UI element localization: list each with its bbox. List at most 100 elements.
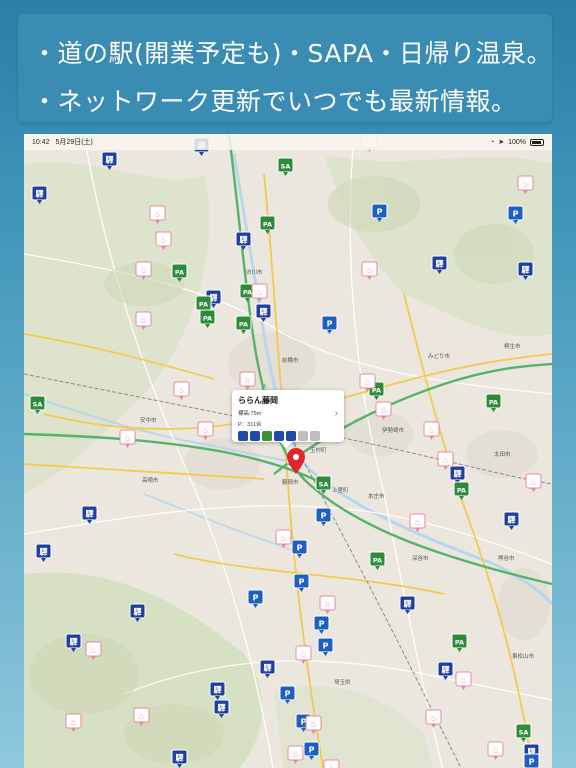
- parking-marker[interactable]: P: [293, 573, 310, 592]
- svg-text:♨: ♨: [442, 456, 449, 465]
- svg-text:P: P: [327, 320, 333, 329]
- michi-no-eki-marker[interactable]: 驛: [213, 699, 230, 718]
- svg-text:♨: ♨: [256, 288, 263, 297]
- onsen-marker[interactable]: ♨: [155, 231, 172, 250]
- svg-text:♨: ♨: [140, 316, 147, 325]
- svg-text:P: P: [285, 690, 291, 699]
- michi-no-eki-marker[interactable]: 驛: [129, 603, 146, 622]
- onsen-marker[interactable]: ♨: [455, 671, 472, 690]
- svg-text:SA: SA: [519, 729, 529, 737]
- svg-text:PA: PA: [243, 289, 252, 297]
- svg-text:驛: 驛: [454, 469, 462, 479]
- michi-no-eki-marker[interactable]: 驛: [449, 465, 466, 484]
- michi-no-eki-marker[interactable]: 驛: [31, 185, 48, 204]
- onsen-marker[interactable]: ♨: [295, 645, 312, 664]
- onsen-marker[interactable]: ♨: [65, 713, 82, 732]
- michi-no-eki-marker[interactable]: 驛: [399, 595, 416, 614]
- onsen-marker[interactable]: ♨: [239, 371, 256, 390]
- onsen-marker[interactable]: ♨: [275, 529, 292, 548]
- parking-marker[interactable]: P: [315, 507, 332, 526]
- svg-text:驛: 驛: [176, 753, 184, 763]
- svg-text:♨: ♨: [366, 266, 373, 275]
- parking-marker[interactable]: P: [371, 203, 388, 222]
- parking-marker[interactable]: P: [507, 205, 524, 224]
- michi-no-eki-marker[interactable]: 驛: [101, 151, 118, 170]
- svg-text:PA: PA: [455, 639, 464, 647]
- parking-marker[interactable]: P: [523, 753, 540, 768]
- michi-no-eki-marker[interactable]: 驛: [503, 511, 520, 530]
- svg-text:驛: 驛: [508, 515, 516, 525]
- parking-area-marker[interactable]: PA: [235, 315, 252, 334]
- parking-marker[interactable]: P: [317, 637, 334, 656]
- michi-no-eki-marker[interactable]: 驛: [35, 543, 52, 562]
- parking-area-marker[interactable]: PA: [199, 309, 216, 328]
- michi-no-eki-marker[interactable]: 驛: [65, 633, 82, 652]
- parking-marker[interactable]: P: [321, 315, 338, 334]
- onsen-marker[interactable]: ♨: [375, 401, 392, 420]
- service-area-marker[interactable]: SA: [515, 723, 532, 742]
- onsen-marker[interactable]: ♨: [173, 381, 190, 400]
- onsen-marker[interactable]: ♨: [251, 283, 268, 302]
- onsen-marker[interactable]: ♨: [361, 261, 378, 280]
- service-area-marker[interactable]: SA: [315, 475, 332, 494]
- poi-callout[interactable]: ららん藤岡 標高:75m P：311台 ›: [232, 390, 344, 448]
- parking-area-marker[interactable]: PA: [171, 263, 188, 282]
- selected-location-pin-icon[interactable]: [287, 448, 305, 474]
- onsen-marker[interactable]: ♨: [149, 205, 166, 224]
- status-date: 5月29日(土): [55, 139, 93, 146]
- onsen-marker[interactable]: ♨: [197, 421, 214, 440]
- onsen-marker[interactable]: ♨: [517, 175, 534, 194]
- parking-area-marker[interactable]: PA: [451, 633, 468, 652]
- michi-no-eki-marker[interactable]: 驛: [517, 261, 534, 280]
- svg-text:♨: ♨: [428, 426, 435, 435]
- onsen-marker[interactable]: ♨: [323, 759, 340, 768]
- onsen-marker[interactable]: ♨: [487, 741, 504, 760]
- onsen-marker[interactable]: ♨: [409, 513, 426, 532]
- michi-no-eki-marker[interactable]: 驛: [255, 303, 272, 322]
- michi-no-eki-marker[interactable]: 驛: [81, 505, 98, 524]
- onsen-marker[interactable]: ♨: [305, 715, 322, 734]
- michi-no-eki-marker[interactable]: 驛: [259, 659, 276, 678]
- svg-text:驛: 驛: [70, 637, 78, 647]
- svg-text:♨: ♨: [244, 376, 251, 385]
- onsen-marker[interactable]: ♨: [135, 311, 152, 330]
- svg-text:♨: ♨: [138, 712, 145, 721]
- parking-area-marker[interactable]: PA: [453, 481, 470, 500]
- michi-no-eki-marker[interactable]: 驛: [235, 231, 252, 250]
- michi-no-eki-marker[interactable]: 驛: [209, 681, 226, 700]
- michi-no-eki-marker[interactable]: 驛: [171, 749, 188, 768]
- parking-marker[interactable]: P: [291, 539, 308, 558]
- onsen-marker[interactable]: ♨: [85, 641, 102, 660]
- parking-area-marker[interactable]: PA: [485, 393, 502, 412]
- detail-chevron-icon[interactable]: ›: [335, 408, 338, 419]
- service-area-marker[interactable]: SA: [277, 157, 294, 176]
- svg-text:P: P: [321, 512, 327, 521]
- svg-text:PA: PA: [199, 301, 208, 309]
- svg-text:P: P: [377, 208, 383, 217]
- onsen-marker[interactable]: ♨: [423, 421, 440, 440]
- parking-marker[interactable]: P: [313, 615, 330, 634]
- svg-text:驛: 驛: [264, 663, 272, 673]
- onsen-marker[interactable]: ♨: [287, 745, 304, 764]
- service-area-marker[interactable]: SA: [29, 395, 46, 414]
- onsen-marker[interactable]: ♨: [119, 429, 136, 448]
- parking-area-marker[interactable]: PA: [259, 215, 276, 234]
- svg-text:P: P: [297, 544, 303, 553]
- michi-no-eki-marker[interactable]: 驛: [431, 255, 448, 274]
- parking-marker[interactable]: P: [303, 741, 320, 760]
- svg-text:驛: 驛: [522, 265, 530, 275]
- svg-text:♨: ♨: [364, 378, 371, 387]
- onsen-marker[interactable]: ♨: [525, 473, 542, 492]
- onsen-marker[interactable]: ♨: [425, 709, 442, 728]
- parking-marker[interactable]: P: [279, 685, 296, 704]
- onsen-marker[interactable]: ♨: [135, 261, 152, 280]
- svg-text:SA: SA: [281, 163, 291, 171]
- battery-icon: [530, 138, 544, 146]
- svg-text:驛: 驛: [436, 259, 444, 269]
- onsen-marker[interactable]: ♨: [133, 707, 150, 726]
- shop-icon: [250, 431, 260, 441]
- michi-no-eki-marker[interactable]: 驛: [437, 661, 454, 680]
- parking-marker[interactable]: P: [247, 589, 264, 608]
- onsen-marker[interactable]: ♨: [319, 595, 336, 614]
- parking-area-marker[interactable]: PA: [369, 551, 386, 570]
